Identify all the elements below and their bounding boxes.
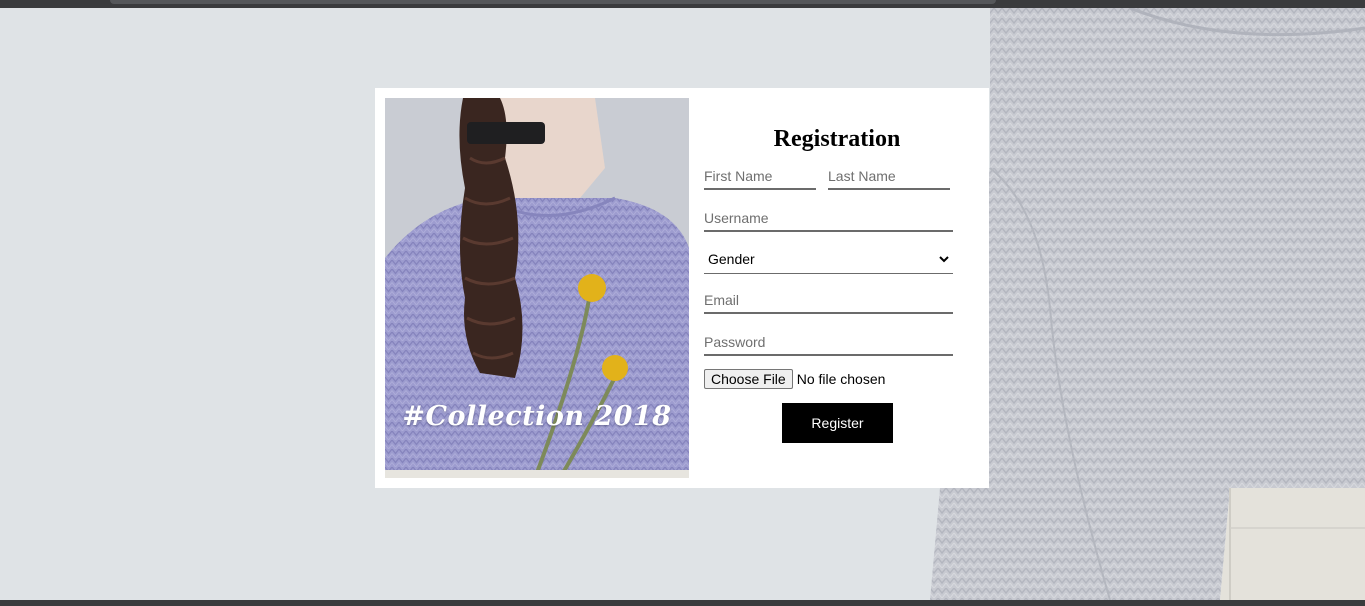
register-button[interactable]: Register (782, 403, 893, 443)
registration-card: #Collection 2018 Registration Gender Cho… (375, 88, 989, 488)
gender-select[interactable]: Gender (704, 246, 953, 274)
chevron-down-icon (939, 256, 949, 263)
choose-file-button[interactable]: Choose File (704, 369, 793, 389)
username-field[interactable] (704, 206, 953, 232)
email-field[interactable] (704, 288, 953, 314)
gender-select-value: Gender (708, 251, 755, 267)
browser-top-bar-tab (110, 0, 996, 4)
registration-form: Registration Gender Choose File No file … (704, 88, 953, 488)
form-title: Registration (773, 126, 901, 152)
browser-top-bar (0, 0, 1365, 8)
collection-photo: #Collection 2018 (385, 98, 689, 478)
last-name-field[interactable] (828, 164, 950, 190)
file-status-text: No file chosen (796, 371, 886, 387)
collection-caption: #Collection 2018 (402, 401, 672, 432)
file-upload: Choose File No file chosen (704, 368, 885, 390)
first-name-field[interactable] (704, 164, 816, 190)
password-field[interactable] (704, 330, 953, 356)
background-sweater-image (930, 8, 1365, 600)
browser-bottom-bar (0, 600, 1365, 606)
